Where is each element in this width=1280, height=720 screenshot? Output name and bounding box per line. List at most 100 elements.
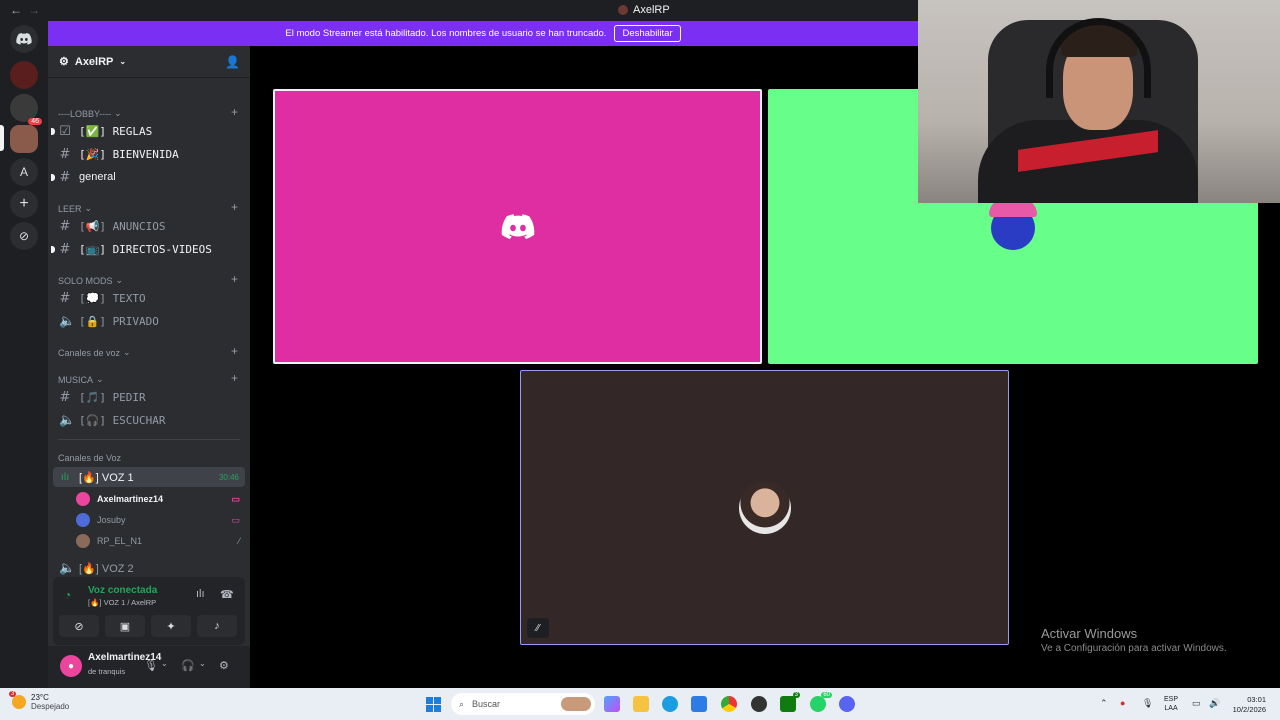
unread-indicator: [51, 127, 55, 135]
create-channel-icon[interactable]: +: [231, 371, 238, 385]
hash-icon: #: [59, 146, 71, 162]
headphones-icon[interactable]: 🎧: [181, 659, 195, 672]
noise-suppression-icon[interactable]: ılı: [196, 588, 205, 600]
server-verified-icon: ⚙: [59, 56, 69, 68]
notification-badge: 46: [28, 118, 42, 125]
hash-icon: #: [59, 169, 71, 185]
server-letter: A: [19, 165, 28, 179]
channel-general[interactable]: # general: [51, 167, 245, 187]
voice-connection-panel: ◔ Voz conectada [🔥] VOZ 1 / AxelRP ılı ☎…: [53, 577, 245, 645]
back-arrow-icon[interactable]: ←: [10, 3, 22, 17]
create-channel-icon[interactable]: +: [231, 272, 238, 286]
tray-network-icon[interactable]: ▭: [1192, 698, 1201, 709]
server-icon-axelrp[interactable]: [10, 125, 38, 153]
channel-sidebar: ⚙ AxelRP ⌄ 👤 ----LOBBY---- ⌄ + ☑ [✅] REGLA…: [48, 46, 250, 688]
voice-user-josuby[interactable]: Josuby ▭: [76, 510, 244, 530]
voice-timer: 30:46: [218, 472, 239, 482]
windows-taskbar: 3 23°C Despejado ⌕ Buscar 3 60 ⌃ ● 🎙 ESP…: [0, 688, 1280, 720]
edge-icon[interactable]: [662, 696, 678, 712]
channel-directos-videos[interactable]: # [📺] DIRECTOS-VIDEOS: [51, 239, 245, 259]
disable-streamer-button[interactable]: Deshabilitar: [614, 25, 681, 42]
voice-user-axelmartinez14[interactable]: Axelmartinez14 ▭: [76, 489, 244, 509]
voice-status[interactable]: Voz conectada: [88, 585, 157, 596]
unread-indicator: [51, 245, 55, 253]
activate-windows-watermark: Activar Windows Ve a Configuración para …: [1041, 626, 1227, 654]
window-title: AxelRP: [618, 4, 670, 16]
server-avatar-icon: [618, 5, 628, 15]
channel-bienvenida[interactable]: # [🎉] BIENVENIDA: [53, 144, 245, 164]
create-channel-icon[interactable]: +: [231, 105, 238, 119]
chrome-icon[interactable]: [721, 696, 737, 712]
taskbar-search[interactable]: ⌕ Buscar: [451, 693, 595, 715]
create-channel-icon[interactable]: +: [231, 200, 238, 214]
speaker-icon: 🔈: [59, 412, 76, 428]
server-icon-a[interactable]: A: [10, 158, 38, 186]
explore-compass-icon[interactable]: ⊘: [10, 222, 38, 250]
tray-chevron-up-icon[interactable]: ⌃: [1100, 698, 1108, 709]
participant-tile-rp-el-n1[interactable]: ⁄⁄: [520, 370, 1009, 645]
channel-voz2[interactable]: 🔈 [🔥] VOZ 2: [53, 558, 245, 578]
disconnect-icon[interactable]: ☎: [220, 588, 234, 601]
category-musica[interactable]: MUSICA ⌄: [58, 374, 104, 385]
tray-mic-icon[interactable]: 🎙: [1142, 698, 1153, 709]
windows-start-icon[interactable]: [426, 697, 441, 712]
app-icon-dark[interactable]: [751, 696, 767, 712]
channel-anuncios[interactable]: # [📢] ANUNCIOS: [53, 216, 245, 236]
weather-temp: 23°C: [31, 693, 49, 702]
channel-voz1[interactable]: ılı [🔥] VOZ 1 30:46: [53, 467, 245, 487]
user-panel: ● Axelmartinez14 de tranquis 🎙 ⌄ 🎧 ⌄ ⚙: [48, 646, 250, 688]
create-channel-icon[interactable]: +: [231, 344, 238, 358]
category-solo-mods[interactable]: SOLO MODS ⌄: [58, 275, 123, 286]
tray-volume-icon[interactable]: 🔊: [1209, 698, 1220, 709]
invite-people-icon[interactable]: 👤: [225, 55, 240, 69]
camera-off-button[interactable]: ⊘: [59, 615, 99, 637]
microphone-icon[interactable]: 🎙: [144, 659, 158, 672]
screen-share-button[interactable]: ▣: [105, 615, 145, 637]
hash-icon: #: [59, 290, 71, 306]
add-server-icon[interactable]: +: [10, 190, 38, 218]
weather-widget[interactable]: 3 23°C Despejado: [9, 691, 70, 711]
tray-app-icon[interactable]: ●: [1120, 698, 1125, 708]
signal-icon: ◔: [64, 588, 72, 602]
activities-button[interactable]: ✦: [151, 615, 191, 637]
server-icon-1[interactable]: [10, 61, 38, 89]
speaker-icon: 🔈: [59, 313, 76, 329]
chevron-down-icon[interactable]: ⌄: [161, 659, 168, 668]
soundboard-button[interactable]: ♪: [197, 615, 237, 637]
weather-desc: Despejado: [31, 702, 70, 711]
store-icon[interactable]: [691, 696, 707, 712]
voice-user-rp-el-n1[interactable]: RP_EL_N1 ⁄: [76, 531, 244, 551]
chevron-down-icon[interactable]: ⌄: [199, 659, 206, 668]
discord-taskbar-icon[interactable]: [839, 696, 855, 712]
xbox-icon[interactable]: 3: [780, 692, 800, 712]
language-indicator[interactable]: ESP LAA: [1164, 695, 1178, 713]
server-header[interactable]: ⚙ AxelRP ⌄ 👤: [48, 46, 250, 78]
muted-mic-icon: ⁄: [238, 536, 240, 546]
category-canales-de-voz[interactable]: Canales de voz ⌄: [58, 347, 131, 358]
hash-icon: #: [59, 241, 71, 257]
category-lobby[interactable]: ----LOBBY---- ⌄: [58, 108, 122, 119]
copilot-icon[interactable]: [604, 696, 620, 712]
settings-gear-icon[interactable]: ⚙: [219, 659, 229, 672]
participant-tile-axelmartinez14[interactable]: [273, 89, 762, 364]
server-icon-2[interactable]: 46: [10, 94, 42, 125]
channel-pedir[interactable]: # [🎵] PEDIR: [53, 387, 245, 407]
webcam-overlay: [918, 0, 1280, 203]
channel-reglas[interactable]: ☑ [✅] REGLAS: [51, 121, 245, 141]
channel-privado[interactable]: 🔈 [🔒] PRIVADO: [53, 311, 245, 331]
whatsapp-icon[interactable]: 60: [810, 692, 832, 712]
server-rail: 46 A + ⊘: [0, 21, 48, 688]
file-explorer-icon[interactable]: [633, 696, 649, 712]
forward-arrow-icon[interactable]: →: [28, 3, 40, 17]
system-clock[interactable]: 03:01 10/2/2026: [1226, 695, 1266, 715]
voice-location[interactable]: [🔥] VOZ 1 / AxelRP: [88, 598, 156, 607]
channel-escuchar[interactable]: 🔈 [🎧] ESCUCHAR: [53, 410, 245, 430]
category-leer[interactable]: LEER ⌄: [58, 203, 92, 214]
rules-icon: ☑: [59, 123, 71, 139]
discord-home-icon[interactable]: [10, 25, 38, 53]
hash-icon: #: [59, 389, 71, 405]
channel-texto[interactable]: # [💭] TEXTO: [53, 288, 245, 308]
watermark-subtitle: Ve a Configuración para activar Windows.: [1041, 643, 1227, 654]
divider: [58, 439, 240, 440]
user-avatar[interactable]: ●: [60, 655, 82, 677]
